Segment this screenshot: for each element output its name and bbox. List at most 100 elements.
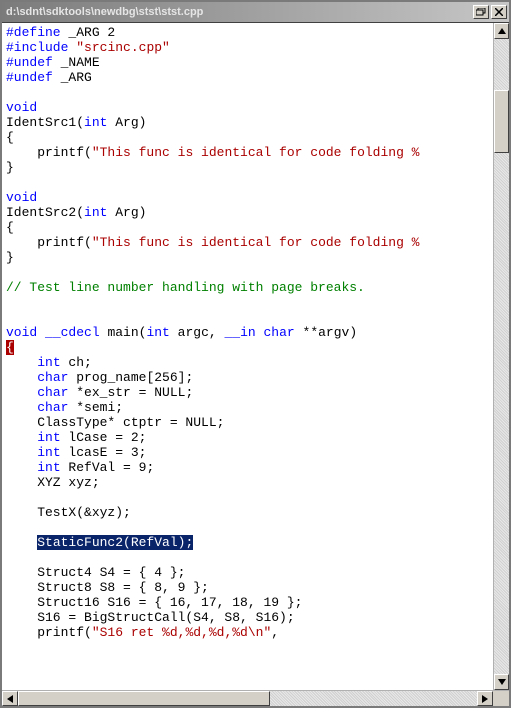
code-line[interactable] [6, 550, 489, 565]
code-line[interactable] [6, 85, 489, 100]
code-line[interactable]: S16 = BigStructCall(S4, S8, S16); [6, 610, 489, 625]
code-token: ch; [61, 355, 92, 370]
code-line[interactable]: } [6, 160, 489, 175]
code-token: lcasE = 3; [61, 445, 147, 460]
code-token: void [6, 190, 37, 205]
code-token: Arg) [107, 205, 146, 220]
chevron-right-icon [482, 695, 488, 703]
code-line[interactable]: char prog_name[256]; [6, 370, 489, 385]
vscroll-track[interactable] [494, 39, 509, 674]
code-line[interactable]: char *semi; [6, 400, 489, 415]
code-line[interactable]: int RefVal = 9; [6, 460, 489, 475]
code-token: Arg) [107, 115, 146, 130]
vertical-scrollbar[interactable] [493, 23, 509, 690]
code-line[interactable]: int lcasE = 3; [6, 445, 489, 460]
titlebar[interactable]: d:\sdnt\sdktools\newdbg\stst\stst.cpp [2, 2, 509, 22]
code-token [6, 355, 37, 370]
code-token: __cdecl [45, 325, 100, 340]
code-token: char [37, 385, 68, 400]
code-line[interactable] [6, 520, 489, 535]
code-line[interactable]: } [6, 250, 489, 265]
code-line[interactable]: ClassType* ctptr = NULL; [6, 415, 489, 430]
hscroll-thumb[interactable] [18, 691, 270, 706]
code-token [256, 325, 264, 340]
code-line[interactable]: Struct8 S8 = { 8, 9 }; [6, 580, 489, 595]
code-line[interactable] [6, 295, 489, 310]
code-line[interactable]: XYZ xyz; [6, 475, 489, 490]
code-line[interactable]: #define _ARG 2 [6, 25, 489, 40]
code-token: char [37, 400, 68, 415]
scroll-right-button[interactable] [477, 691, 493, 706]
code-line[interactable] [6, 310, 489, 325]
code-token: "S16 ret %d,%d,%d,%d\n" [92, 625, 271, 640]
scroll-down-button[interactable] [494, 674, 509, 690]
code-token: prog_name[256]; [68, 370, 193, 385]
code-token: int [84, 115, 107, 130]
code-line[interactable]: StaticFunc2(RefVal); [6, 535, 489, 550]
code-token: IdentSrc1( [6, 115, 84, 130]
code-line[interactable]: { [6, 130, 489, 145]
chevron-left-icon [7, 695, 13, 703]
code-token: { [6, 220, 14, 235]
code-line[interactable]: { [6, 220, 489, 235]
scroll-left-button[interactable] [2, 691, 18, 706]
code-area: #define _ARG 2#include "srcinc.cpp"#unde… [2, 23, 509, 690]
scroll-up-button[interactable] [494, 23, 509, 39]
code-token [37, 325, 45, 340]
code-line[interactable]: { [6, 340, 489, 355]
restore-button[interactable] [473, 5, 489, 19]
code-line[interactable]: IdentSrc2(int Arg) [6, 205, 489, 220]
code-token: ClassType* ctptr = NULL; [6, 415, 224, 430]
code-line[interactable]: #include "srcinc.cpp" [6, 40, 489, 55]
code-token: IdentSrc2( [6, 205, 84, 220]
code-line[interactable]: void [6, 100, 489, 115]
code-token: , [271, 625, 279, 640]
code-token: int [37, 430, 60, 445]
client-area: #define _ARG 2#include "srcinc.cpp"#unde… [2, 22, 509, 706]
code-line[interactable]: char *ex_str = NULL; [6, 385, 489, 400]
code-token: _ARG [53, 70, 92, 85]
editor-window: d:\sdnt\sdktools\newdbg\stst\stst.cpp #d… [0, 0, 511, 708]
code-token: void [6, 325, 37, 340]
code-token: void [6, 100, 37, 115]
code-line[interactable]: printf("This func is identical for code … [6, 145, 489, 160]
scrollbar-corner [493, 691, 509, 706]
chevron-down-icon [498, 679, 506, 685]
code-line[interactable]: Struct16 S16 = { 16, 17, 18, 19 }; [6, 595, 489, 610]
horizontal-scrollbar[interactable] [2, 690, 509, 706]
code-line[interactable]: printf("S16 ret %d,%d,%d,%d\n", [6, 625, 489, 640]
code-token [6, 385, 37, 400]
code-token [6, 535, 37, 550]
code-token: S16 = BigStructCall(S4, S8, S16); [6, 610, 295, 625]
close-button[interactable] [491, 5, 507, 19]
code-token: int [84, 205, 107, 220]
code-line[interactable]: TestX(&xyz); [6, 505, 489, 520]
code-line[interactable] [6, 175, 489, 190]
code-line[interactable]: void [6, 190, 489, 205]
code-token: RefVal = 9; [61, 460, 155, 475]
code-line[interactable]: int lCase = 2; [6, 430, 489, 445]
code-token [6, 430, 37, 445]
restore-icon [476, 8, 486, 16]
code-line[interactable] [6, 265, 489, 280]
code-token: printf( [6, 235, 92, 250]
code-line[interactable]: #undef _NAME [6, 55, 489, 70]
code-line[interactable]: IdentSrc1(int Arg) [6, 115, 489, 130]
code-line[interactable] [6, 490, 489, 505]
code-token: Struct4 S4 = { 4 }; [6, 565, 185, 580]
code-line[interactable]: printf("This func is identical for code … [6, 235, 489, 250]
code-line[interactable]: #undef _ARG [6, 70, 489, 85]
vscroll-thumb[interactable] [494, 90, 509, 154]
code-token: main( [100, 325, 147, 340]
source-code[interactable]: #define _ARG 2#include "srcinc.cpp"#unde… [2, 23, 493, 690]
code-line[interactable]: int ch; [6, 355, 489, 370]
code-line[interactable]: // Test line number handling with page b… [6, 280, 489, 295]
code-token: StaticFunc2(RefVal); [37, 535, 193, 550]
code-line[interactable]: Struct4 S4 = { 4 }; [6, 565, 489, 580]
code-token: TestX(&xyz); [6, 505, 131, 520]
code-token: argc, [170, 325, 225, 340]
code-line[interactable]: void __cdecl main(int argc, __in char **… [6, 325, 489, 340]
code-token [6, 370, 37, 385]
code-token: *semi; [68, 400, 123, 415]
hscroll-track[interactable] [18, 691, 477, 706]
